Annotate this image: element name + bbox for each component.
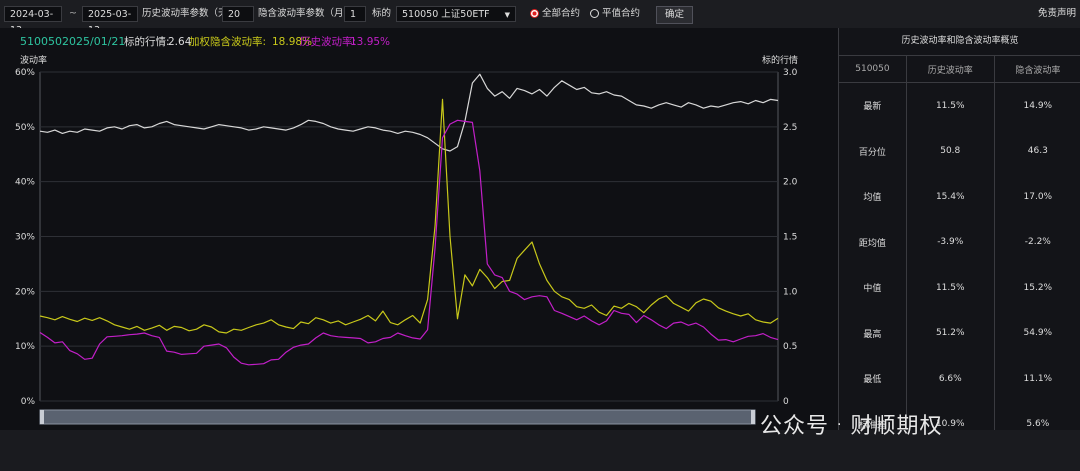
table-row: 均值 15.4% 17.0% (839, 174, 1080, 220)
left-axis-title: 波动率 (20, 54, 47, 66)
stats-panel-title: 历史波动率和隐含波动率概览 (839, 28, 1080, 56)
iv-cell: 54.9% (1023, 328, 1053, 339)
volatility-chart: 0% 0 10% 0.5 20% 1.0 30% 1.5 40% 2.0 50% 2.5 60% 3.0 … (0, 28, 838, 430)
left-tick-label: 60% (15, 68, 35, 78)
range-scrollbar[interactable] (39, 409, 756, 425)
row-label: 最高 (839, 310, 907, 356)
underlying-select[interactable]: 510050 上证50ETF ▼ (396, 6, 516, 22)
iv-cell: 15.2% (1023, 282, 1053, 293)
iv-series-line (39, 98, 779, 334)
watermark-name: 财顺期权 (850, 414, 943, 439)
watermark-brand: 公众号 (760, 414, 830, 439)
hv-cell: 15.4% (906, 174, 995, 220)
toolbar: 2024-03-13 ~ 2025-03-13 历史波动率参数（天） 20 隐含… (0, 0, 1080, 36)
hv-cell: 11.5% (906, 265, 995, 311)
left-tick-label: 10% (15, 342, 35, 352)
start-date-input[interactable]: 2024-03-13 (4, 6, 62, 36)
table-row: 距均值 -3.9% -2.2% (839, 219, 1080, 265)
stats-header-iv: 隐含波动率 (994, 56, 1080, 83)
stats-header-row: 510050 历史波动率 隐含波动率 (839, 56, 1080, 83)
hv-cell: 51.2% (906, 310, 995, 356)
row-label: 百分位 (839, 128, 907, 174)
date-range-separator: ~ (69, 8, 77, 19)
legend-price-label: 标的行情: (124, 35, 170, 48)
left-tick-label: 30% (15, 233, 35, 243)
disclaimer-link[interactable]: 免责声明 (1038, 6, 1076, 22)
radio-atm-contracts[interactable]: 平值合约 (590, 6, 640, 22)
legend-code: 510050 (20, 35, 62, 48)
right-tick-label: 1.0 (783, 287, 798, 297)
hv-param-input[interactable]: 20 (222, 6, 254, 22)
iv-cell: 17.0% (1023, 191, 1053, 202)
watermark: 公众号 · 财顺期权 (760, 408, 942, 440)
table-row: 最新 11.5% 14.9% (839, 82, 1080, 129)
stats-header-code: 510050 (839, 56, 907, 83)
left-tick-label: 0% (21, 397, 36, 407)
underlying-label: 标的 (372, 8, 392, 19)
confirm-button[interactable]: 确定 (656, 6, 694, 24)
right-tick-label: 3.0 (783, 68, 798, 78)
left-tick-label: 20% (15, 287, 35, 297)
iv-param-label: 隐含波动率参数（月） (258, 8, 354, 19)
iv-cell: 11.1% (1023, 373, 1053, 384)
iv-cell: 14.9% (1023, 100, 1053, 111)
right-axis-title: 标的行情 (762, 54, 798, 66)
hv-cell: 11.5% (906, 82, 995, 129)
table-row: 最高 51.2% 54.9% (839, 310, 1080, 356)
radio-all-label: 全部合约 (542, 8, 581, 19)
row-label: 均值 (839, 174, 907, 220)
hv-cell: 6.6% (906, 356, 995, 402)
right-tick-label: 1.5 (783, 233, 797, 243)
chevron-down-icon: ▼ (504, 11, 510, 19)
row-label: 最新 (839, 82, 907, 129)
iv-param-value: 1 (350, 9, 357, 20)
table-row: 中值 11.5% 15.2% (839, 265, 1080, 311)
stats-panel: 历史波动率和隐含波动率概览 510050 历史波动率 隐含波动率 最新 11.5%… (838, 28, 1080, 447)
price-series-line (39, 73, 779, 152)
watermark-dot: · (837, 417, 843, 433)
left-tick-label: 40% (15, 178, 35, 188)
radio-unselected-icon (590, 9, 599, 18)
end-date-input[interactable]: 2025-03-13 (82, 6, 138, 36)
right-tick-label: 2.5 (783, 123, 797, 133)
hv-cell: 50.8 (906, 128, 995, 174)
table-row: 最低 6.6% 11.1% (839, 356, 1080, 402)
range-scrollbar-left-handle[interactable] (40, 410, 44, 424)
row-label: 最低 (839, 356, 907, 402)
legend-iv-label: 加权隐含波动率: (189, 35, 266, 48)
table-row: 百分位 50.8 46.3 (839, 128, 1080, 174)
range-scrollbar-right-handle[interactable] (751, 410, 755, 424)
radio-atm-label: 平值合约 (602, 8, 641, 19)
right-tick-label: 0 (783, 397, 789, 407)
legend-hv-label: 历史波动率: (300, 35, 356, 48)
row-label: 距均值 (839, 219, 907, 265)
volatility-chart-svg: 0% 010% 0.520% 1.030% 1.540% 2.050% 2.560% 3.0 … (15, 35, 798, 425)
hv-cell: -3.9% (906, 219, 995, 265)
left-tick-label: 50% (15, 123, 35, 133)
iv-cell: 46.3 (1027, 146, 1048, 157)
right-tick-label: 0.5 (783, 342, 797, 352)
stats-table: 510050 历史波动率 隐含波动率 最新 11.5% 14.9% 百分位 50.8 4… (839, 56, 1080, 447)
legend-hv-value: 13.95% (350, 36, 390, 48)
iv-param-select[interactable]: 1 ▼ (344, 6, 366, 35)
row-label: 中值 (839, 265, 907, 311)
radio-all-contracts[interactable]: 全部合约 (530, 6, 580, 22)
stats-header-hv: 历史波动率 (906, 56, 995, 83)
iv-cell: -2.2% (1024, 237, 1051, 248)
legend-date: 2025/01/21 (62, 35, 125, 48)
underlying-value: 510050 上证50ETF (402, 9, 490, 20)
right-tick-label: 2.0 (783, 178, 798, 188)
radio-selected-icon (530, 9, 539, 18)
